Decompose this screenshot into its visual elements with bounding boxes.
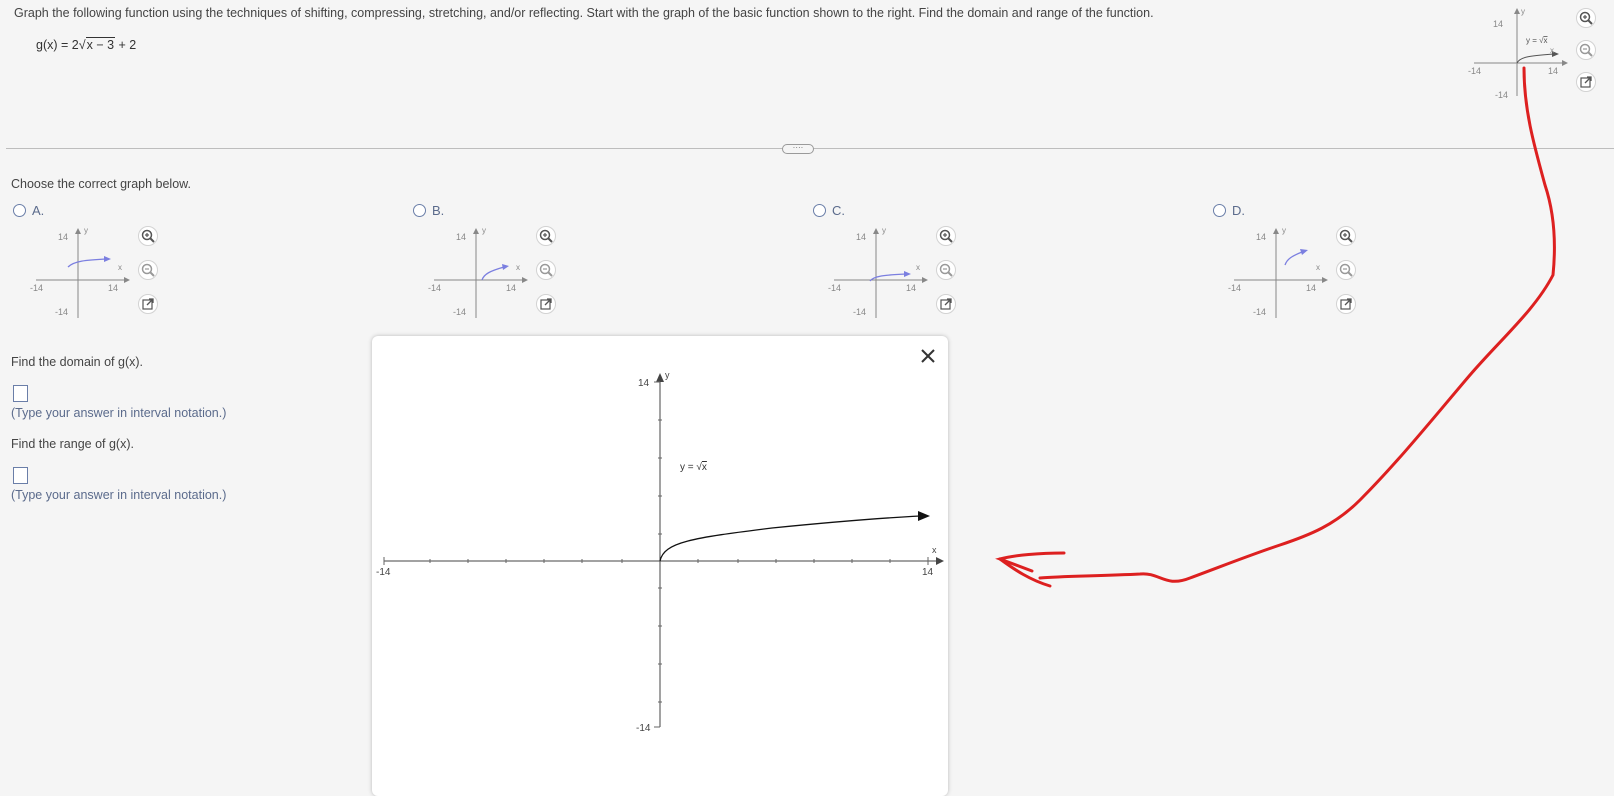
resize-handle[interactable]: ···· bbox=[782, 144, 814, 154]
option-b-label: B. bbox=[432, 203, 445, 218]
svg-text:-14: -14 bbox=[1468, 66, 1481, 76]
svg-text:x: x bbox=[516, 263, 520, 272]
option-a-radio[interactable]: A. bbox=[13, 203, 44, 218]
option-c-graph[interactable]: 14 y -14 14 x -14 bbox=[828, 228, 928, 323]
svg-text:-14: -14 bbox=[55, 307, 68, 317]
svg-text:x: x bbox=[916, 263, 920, 272]
svg-text:14: 14 bbox=[58, 232, 68, 242]
svg-text:14: 14 bbox=[906, 283, 916, 293]
svg-text:y: y bbox=[1521, 8, 1525, 16]
domain-hint: (Type your answer in interval notation.) bbox=[11, 406, 227, 420]
svg-text:y: y bbox=[665, 370, 670, 380]
svg-text:x: x bbox=[1550, 46, 1554, 55]
option-a-graph[interactable]: 14 y -14 14 x -14 bbox=[30, 228, 130, 323]
option-b-graph[interactable]: 14 y -14 14 x -14 bbox=[428, 228, 528, 323]
svg-text:y: y bbox=[84, 228, 88, 235]
svg-text:14: 14 bbox=[856, 232, 866, 242]
svg-text:y: y bbox=[482, 228, 486, 235]
close-icon[interactable] bbox=[918, 346, 938, 366]
question-instruction: Graph the following function using the t… bbox=[14, 6, 1154, 20]
svg-text:-14: -14 bbox=[428, 283, 441, 293]
curve-label: y = √x bbox=[680, 461, 707, 473]
svg-text:-14: -14 bbox=[1495, 90, 1508, 100]
domain-prompt: Find the domain of g(x). bbox=[11, 355, 144, 369]
radio-c[interactable] bbox=[813, 204, 826, 217]
radio-d[interactable] bbox=[1213, 204, 1226, 217]
basic-function-thumbnail[interactable]: 14 y -14 14 x -14 y = √x bbox=[1468, 8, 1568, 103]
choose-prompt: Choose the correct graph below. bbox=[11, 177, 191, 191]
svg-text:y: y bbox=[1282, 228, 1286, 235]
option-c-radio[interactable]: C. bbox=[813, 203, 845, 218]
domain-answer-input[interactable] bbox=[13, 385, 28, 402]
popout-icon[interactable] bbox=[536, 294, 556, 314]
svg-text:14: 14 bbox=[1256, 232, 1266, 242]
option-b-radio[interactable]: B. bbox=[413, 203, 444, 218]
zoom-in-icon[interactable] bbox=[936, 226, 956, 246]
option-b-tools bbox=[536, 226, 556, 314]
option-d-radio[interactable]: D. bbox=[1213, 203, 1245, 218]
svg-text:-14: -14 bbox=[853, 307, 866, 317]
svg-text:14: 14 bbox=[1493, 19, 1503, 29]
radio-a[interactable] bbox=[13, 204, 26, 217]
svg-text:y: y bbox=[882, 228, 886, 235]
range-hint: (Type your answer in interval notation.) bbox=[11, 488, 227, 502]
svg-text:14: 14 bbox=[108, 283, 118, 293]
popout-icon[interactable] bbox=[138, 294, 158, 314]
svg-text:-14: -14 bbox=[828, 283, 841, 293]
option-c-label: C. bbox=[832, 203, 845, 218]
thumbnail-tools bbox=[1576, 8, 1596, 92]
svg-text:-14: -14 bbox=[1228, 283, 1241, 293]
svg-text:-14: -14 bbox=[636, 723, 651, 734]
svg-text:x: x bbox=[118, 263, 122, 272]
option-a-label: A. bbox=[32, 203, 45, 218]
svg-text:14: 14 bbox=[456, 232, 466, 242]
svg-text:-14: -14 bbox=[376, 567, 391, 578]
svg-text:14: 14 bbox=[638, 378, 650, 389]
function-expression: g(x) = 2√x − 3 + 2 bbox=[36, 37, 137, 52]
zoom-in-icon[interactable] bbox=[1576, 8, 1596, 28]
zoom-in-icon[interactable] bbox=[536, 226, 556, 246]
zoom-out-icon[interactable] bbox=[138, 260, 158, 280]
thumb-curve-label: y = √x bbox=[1526, 36, 1548, 45]
option-d-graph[interactable]: 14 y -14 14 x -14 bbox=[1228, 228, 1328, 323]
radio-b[interactable] bbox=[413, 204, 426, 217]
zoom-out-icon[interactable] bbox=[936, 260, 956, 280]
option-d-tools bbox=[1336, 226, 1356, 314]
svg-text:14: 14 bbox=[1548, 66, 1558, 76]
svg-text:14: 14 bbox=[922, 567, 934, 578]
svg-text:x: x bbox=[932, 545, 937, 555]
zoom-out-icon[interactable] bbox=[536, 260, 556, 280]
range-prompt: Find the range of g(x). bbox=[11, 437, 134, 451]
option-c-tools bbox=[936, 226, 956, 314]
svg-text:14: 14 bbox=[506, 283, 516, 293]
svg-text:-14: -14 bbox=[453, 307, 466, 317]
zoom-out-icon[interactable] bbox=[1336, 260, 1356, 280]
popout-icon[interactable] bbox=[1576, 72, 1596, 92]
zoom-in-icon[interactable] bbox=[1336, 226, 1356, 246]
popout-icon[interactable] bbox=[1336, 294, 1356, 314]
svg-text:x: x bbox=[1316, 263, 1320, 272]
option-a-tools bbox=[138, 226, 158, 314]
zoom-in-icon[interactable] bbox=[138, 226, 158, 246]
svg-text:14: 14 bbox=[1306, 283, 1316, 293]
range-answer-input[interactable] bbox=[13, 467, 28, 484]
svg-text:-14: -14 bbox=[30, 283, 43, 293]
zoom-out-icon[interactable] bbox=[1576, 40, 1596, 60]
popout-icon[interactable] bbox=[936, 294, 956, 314]
enlarged-graph: 14 y -14 14 x -14 y = √x bbox=[376, 370, 944, 734]
svg-text:-14: -14 bbox=[1253, 307, 1266, 317]
option-d-label: D. bbox=[1232, 203, 1245, 218]
